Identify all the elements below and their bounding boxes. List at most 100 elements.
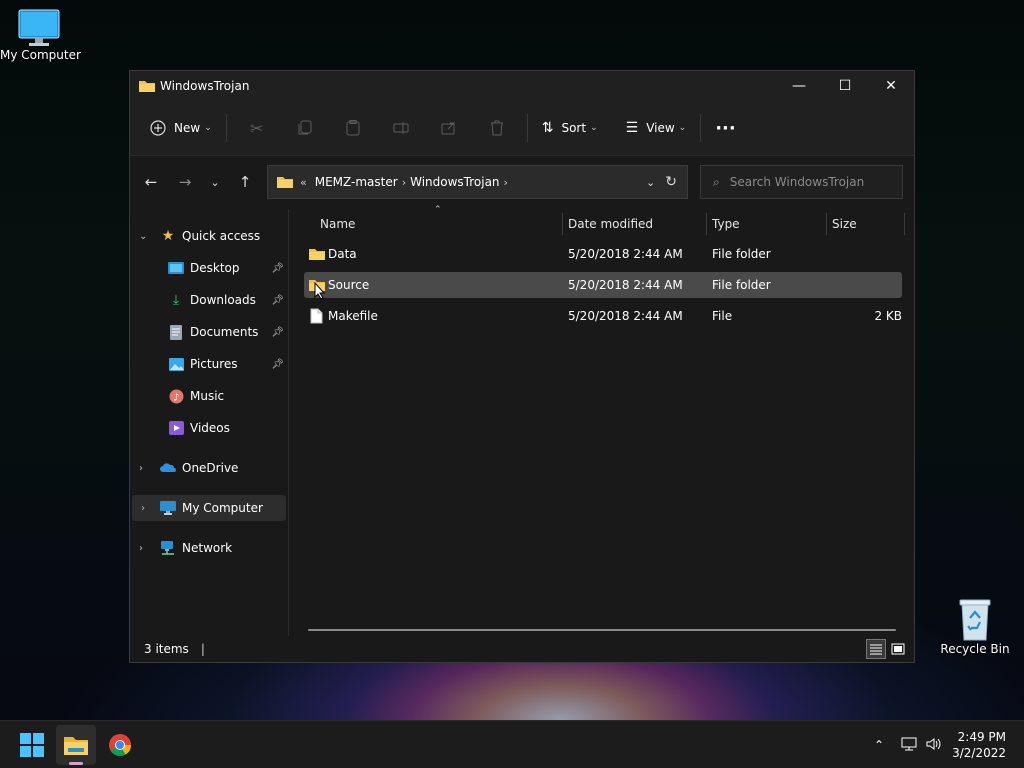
file-date: 5/20/2018 2:44 AM — [568, 247, 683, 261]
chevron-right-icon[interactable]: › — [504, 176, 508, 189]
chevron-right-icon[interactable]: › — [402, 176, 406, 189]
sidebar-item-desktop[interactable]: Desktop 📌︎ — [168, 255, 284, 281]
chevron-right-icon[interactable]: › — [141, 503, 145, 514]
address-bar[interactable]: « MEMZ-master › WindowsTrojan › ⌄ ↻ — [267, 165, 688, 199]
new-button[interactable]: New ⌄ — [142, 112, 220, 144]
column-divider[interactable] — [826, 213, 827, 235]
chevron-right-icon[interactable]: › — [139, 543, 143, 554]
sidebar-item-my-computer[interactable]: › My Computer — [132, 495, 286, 521]
chevron-down-icon[interactable]: ⌄ — [139, 231, 147, 242]
file-name: Makefile — [328, 309, 378, 323]
pin-icon: 📌︎ — [271, 294, 284, 306]
clock[interactable]: 2:49 PM 3/2/2022 — [952, 729, 1006, 761]
refresh-icon[interactable]: ↻ — [665, 174, 677, 190]
file-row-makefile[interactable]: Makefile 5/20/2018 2:44 AM File 2 KB — [304, 303, 902, 329]
sidebar-item-network[interactable]: › Network — [130, 535, 280, 561]
cloud-icon — [160, 460, 176, 476]
address-dropdown-icon[interactable]: ⌄ — [646, 176, 655, 189]
star-icon: ★ — [161, 228, 175, 244]
breadcrumb-memz-master[interactable]: MEMZ-master — [315, 175, 398, 189]
details-view-icon — [870, 644, 882, 655]
recent-locations-button[interactable]: ⌄ — [200, 167, 230, 197]
delete-button[interactable] — [473, 112, 521, 144]
close-button[interactable]: ✕ — [868, 71, 914, 101]
view-button[interactable]: ☰ View ⌄ — [618, 112, 695, 144]
sidebar-item-onedrive[interactable]: › OneDrive — [130, 455, 280, 481]
monitor-icon — [18, 9, 60, 46]
column-header-date-modified[interactable]: Date modified — [568, 209, 704, 239]
status-divider: | — [200, 642, 205, 656]
start-button[interactable] — [12, 725, 52, 765]
file-type: File folder — [712, 247, 771, 261]
forward-button[interactable]: → — [170, 167, 200, 197]
sidebar-item-quick-access[interactable]: ⌄ ★ Quick access — [130, 223, 280, 249]
file-row-data[interactable]: Data 5/20/2018 2:44 AM File folder — [304, 241, 902, 267]
file-icon — [310, 303, 323, 329]
volume-icon[interactable] — [922, 737, 944, 754]
cut-button[interactable]: ✂ — [233, 112, 281, 144]
sidebar-item-downloads[interactable]: ⤓ Downloads 📌︎ — [168, 287, 284, 313]
music-icon: ♪ — [168, 388, 184, 404]
view-label: View — [646, 121, 675, 135]
taskbar-chrome[interactable] — [100, 725, 140, 765]
sidebar-item-music[interactable]: ♪ Music — [168, 383, 284, 409]
column-header-size[interactable]: Size — [832, 209, 902, 239]
paste-button[interactable] — [329, 112, 377, 144]
minimize-button[interactable]: — — [776, 71, 822, 101]
desktop-icon-recycle-bin[interactable]: Recycle Bin — [938, 598, 1012, 656]
sidebar-item-label: Documents — [190, 325, 259, 339]
list-view-icon: ☰ — [625, 120, 639, 136]
sidebar-item-label: Downloads — [190, 293, 256, 307]
file-size: 2 KB — [874, 309, 902, 323]
taskbar-file-explorer[interactable] — [56, 725, 96, 765]
pin-icon: 📌︎ — [271, 262, 284, 274]
horizontal-scrollbar[interactable] — [308, 629, 896, 631]
file-row-source[interactable]: Source 5/20/2018 2:44 AM File folder — [304, 272, 902, 300]
show-hidden-icons-chevron-up-icon[interactable]: ⌃ — [868, 738, 890, 752]
network-icon — [160, 540, 176, 556]
breadcrumb-windowstrojan[interactable]: WindowsTrojan — [410, 175, 499, 189]
up-button[interactable]: ↑ — [230, 167, 260, 197]
share-button[interactable] — [425, 112, 473, 144]
picture-icon — [168, 356, 184, 372]
sidebar-item-label: Quick access — [182, 229, 261, 243]
network-status-icon[interactable] — [896, 737, 922, 754]
sort-button[interactable]: ⇅ Sort ⌄ — [534, 112, 606, 144]
column-header-type[interactable]: Type — [712, 209, 824, 239]
sidebar-item-label: Music — [190, 389, 225, 403]
desktop-icon-my-computer[interactable]: My Computer — [0, 8, 81, 62]
column-label: Size — [832, 217, 857, 231]
copy-button[interactable] — [281, 112, 329, 144]
search-box[interactable]: ⌕ Search WindowsTrojan — [700, 165, 903, 199]
title-bar[interactable]: WindowsTrojan — ☐ ✕ — [130, 71, 914, 101]
see-more-button[interactable]: ··· — [707, 112, 744, 144]
arrow-left-icon: ← — [144, 173, 158, 191]
clipboard-icon — [346, 120, 360, 136]
sidebar-item-videos[interactable]: Videos — [168, 415, 284, 441]
active-indicator — [69, 762, 83, 765]
column-divider[interactable] — [904, 213, 905, 235]
clock-date: 3/2/2022 — [952, 746, 1006, 760]
details-view-button[interactable] — [866, 639, 886, 659]
folder-icon — [277, 177, 293, 188]
column-divider[interactable] — [562, 213, 563, 235]
pin-icon: 📌︎ — [271, 326, 284, 338]
taskbar: ⌃ 2:49 PM 3/2/2022 — [0, 720, 1024, 768]
column-header-name[interactable]: Name — [320, 209, 560, 239]
sidebar-item-pictures[interactable]: Pictures 📌︎ — [168, 351, 284, 377]
mouse-cursor-icon — [314, 282, 326, 300]
tiles-view-icon — [891, 643, 905, 655]
chevron-right-icon[interactable]: › — [139, 463, 143, 474]
sidebar-item-documents[interactable]: Documents 📌︎ — [168, 319, 284, 345]
plus-circle-icon — [150, 120, 166, 136]
rename-button[interactable] — [377, 112, 425, 144]
maximize-button[interactable]: ☐ — [822, 71, 868, 101]
overflow-icon[interactable]: « — [300, 176, 307, 189]
close-icon: ✕ — [885, 78, 897, 94]
sidebar-item-label: OneDrive — [182, 461, 239, 475]
trash-icon — [490, 120, 503, 136]
back-button[interactable]: ← — [136, 167, 166, 197]
tiles-view-button[interactable] — [888, 639, 908, 659]
column-divider[interactable] — [706, 213, 707, 235]
chevron-down-icon: ⌄ — [678, 123, 687, 133]
